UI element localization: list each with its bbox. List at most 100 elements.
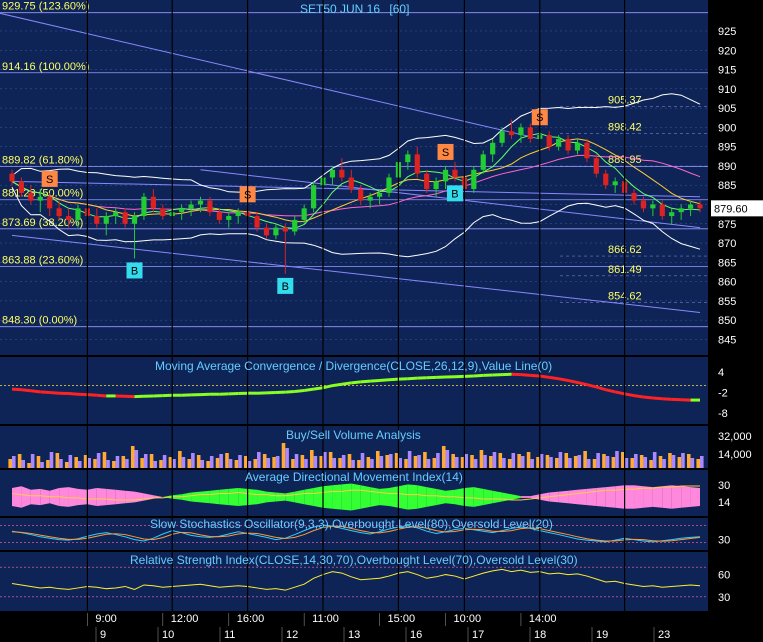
price-tick-label: 890	[718, 161, 736, 173]
candle-body	[650, 204, 656, 209]
adx-di-area	[191, 491, 201, 503]
sell-volume-bar	[492, 452, 497, 468]
adx-di-area	[134, 491, 144, 503]
buy-volume-bar	[215, 458, 220, 468]
adx-di-area	[266, 491, 276, 503]
macd-segment	[483, 373, 493, 377]
macd-segment	[247, 391, 258, 395]
adx-di-area	[577, 488, 587, 506]
buy-volume-bar	[234, 460, 239, 468]
buy-volume-bar	[564, 453, 569, 468]
sell-volume-bar	[143, 454, 148, 468]
adx-di-area	[125, 490, 135, 504]
candle-body	[310, 185, 317, 209]
buy-volume-bar	[592, 459, 597, 468]
sell-volume-bar	[549, 457, 553, 468]
date-label: 12	[286, 629, 298, 641]
sell-volume-bar	[473, 459, 478, 468]
price-tick-label: 860	[718, 277, 736, 289]
adx-di-area	[115, 489, 126, 505]
date-label: 13	[348, 629, 360, 641]
sell-volume-bar	[417, 455, 421, 468]
buy-volume-bar	[328, 452, 333, 468]
candle-body	[292, 219, 298, 232]
buy-volume-bar	[470, 455, 474, 468]
buy-volume-bar	[338, 458, 342, 468]
buy-volume-bar	[423, 452, 427, 468]
adx-di-area	[426, 487, 437, 507]
macd-segment	[219, 392, 229, 396]
signal-letter: B	[282, 281, 289, 293]
sell-volume-bar	[77, 461, 82, 468]
candle-body	[367, 196, 373, 201]
candle-body	[273, 227, 279, 236]
adx-di-area	[12, 486, 22, 508]
candle-body	[150, 196, 156, 209]
adx-di-area	[652, 486, 663, 508]
candle-body	[9, 173, 15, 182]
buy-volume-bar	[347, 454, 352, 468]
adx-di-area	[77, 488, 88, 506]
candle-body	[65, 216, 72, 220]
price-tick-label: 850	[718, 315, 736, 327]
sell-volume-bar	[59, 459, 63, 468]
macd-segment	[266, 391, 276, 395]
buy-volume-bar	[517, 454, 521, 468]
sell-volume-bar	[153, 461, 157, 468]
buy-volume-bar	[253, 459, 258, 468]
adx-di-area	[681, 486, 691, 508]
macd-segment	[398, 377, 408, 381]
sell-volume-bar	[21, 460, 26, 468]
adx-di-area	[313, 486, 324, 508]
macd-segment	[134, 394, 144, 399]
buy-volume-bar	[385, 455, 389, 468]
sell-volume-bar	[511, 453, 516, 468]
sell-volume-bar	[228, 459, 233, 468]
candle-body	[631, 192, 637, 201]
buy-volume-bar	[178, 451, 182, 468]
price-tick-label: 895	[718, 142, 736, 154]
adx-di-area	[275, 492, 286, 502]
adx-di-area	[30, 488, 41, 506]
candle-body	[216, 212, 222, 220]
time-label: 16:00	[237, 613, 265, 625]
buy-volume-bar	[112, 461, 116, 468]
macd-tick-label: -8	[718, 408, 728, 420]
rsi-panel-title: Relative Strength Index(CLOSE,14,30,70),…	[130, 553, 578, 567]
adx-di-area	[209, 489, 220, 505]
candle-body	[131, 216, 138, 224]
candle-body	[179, 208, 185, 213]
price-tick-label: 875	[718, 219, 736, 231]
fib-level-label: 929.75 (123.60%)	[2, 1, 89, 13]
macd-segment	[671, 397, 682, 402]
macd-segment	[125, 394, 135, 399]
buy-volume-bar	[300, 455, 305, 468]
candle-body	[37, 196, 43, 201]
chart-period: [60]	[389, 2, 410, 16]
price-tick-label: 915	[718, 65, 736, 77]
buy-volume-bar	[507, 459, 512, 468]
adx-di-area	[87, 488, 97, 506]
sell-volume-bar	[12, 456, 16, 468]
adx-di-area	[21, 486, 31, 508]
macd-segment	[417, 376, 427, 380]
chart-canvas[interactable]: 9259209159109059008958908858808758708658…	[0, 0, 763, 642]
buy-volume-bar	[545, 455, 550, 468]
fib-level-label: 889.82 (61.80%)	[2, 155, 83, 167]
buy-volume-bar	[121, 456, 126, 468]
sell-volume-bar	[191, 453, 195, 468]
price-tick-label: 905	[718, 103, 736, 115]
candle-body	[235, 212, 241, 217]
adx-di-area	[417, 485, 427, 509]
candle-body	[197, 200, 204, 205]
macd-segment	[445, 375, 455, 379]
buy-volume-bar	[611, 457, 616, 468]
price-tick-label: 865	[718, 257, 736, 269]
buy-volume-bar	[451, 454, 455, 468]
rsi-tick-label: 30	[718, 592, 730, 604]
sell-volume-bar	[134, 450, 139, 468]
adx-di-area	[492, 490, 503, 504]
macd-segment	[238, 391, 248, 396]
adx-di-area	[294, 489, 305, 505]
adx-di-area	[228, 488, 239, 506]
